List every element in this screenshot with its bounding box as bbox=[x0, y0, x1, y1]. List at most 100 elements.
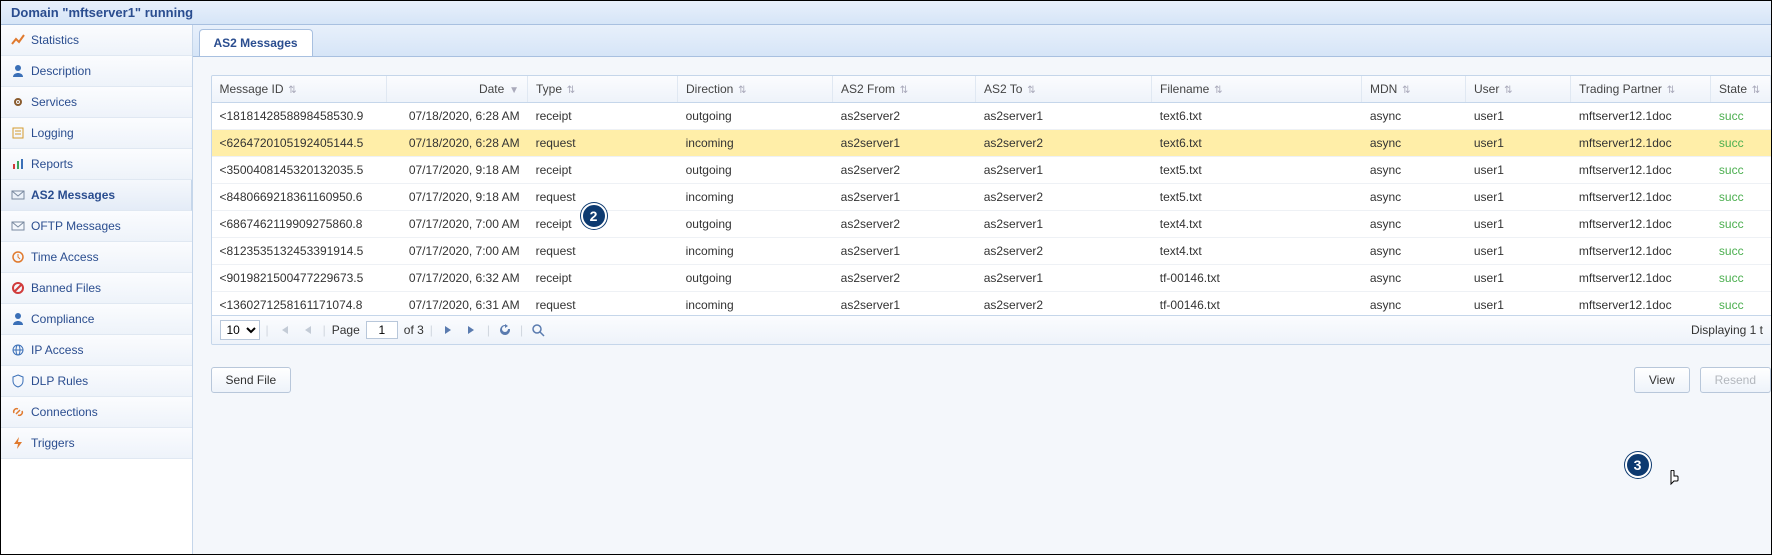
cell-date: 07/17/2020, 7:00 AM bbox=[387, 238, 528, 265]
cell-state: succ bbox=[1711, 238, 1771, 265]
cell-direction: incoming bbox=[678, 292, 833, 316]
shield-icon bbox=[11, 374, 25, 388]
sidebar-item-reports[interactable]: Reports bbox=[1, 149, 192, 180]
sort-icon: ⇅ bbox=[1664, 85, 1675, 96]
cell-as2-from: as2server2 bbox=[833, 103, 976, 130]
cell-message-id: <8123535132453391914.5 bbox=[212, 238, 387, 265]
cell-as2-from: as2server2 bbox=[833, 265, 976, 292]
sidebar-item-time-access[interactable]: Time Access bbox=[1, 242, 192, 273]
sidebar-item-label: Compliance bbox=[31, 312, 94, 326]
cell-user: user1 bbox=[1466, 292, 1571, 316]
sort-icon: ⇅ bbox=[564, 85, 575, 96]
view-button[interactable]: View bbox=[1634, 367, 1690, 393]
cell-mdn: async bbox=[1362, 292, 1466, 316]
tab-strip: AS2 Messages bbox=[193, 25, 1772, 57]
send-file-button[interactable]: Send File bbox=[211, 367, 292, 393]
cell-mdn: async bbox=[1362, 238, 1466, 265]
chart-bar-icon bbox=[11, 157, 25, 171]
sidebar-item-services[interactable]: Services bbox=[1, 87, 192, 118]
page-input[interactable] bbox=[366, 321, 398, 339]
column-header-as2-to[interactable]: AS2 To ⇅ bbox=[976, 76, 1152, 103]
cell-user: user1 bbox=[1466, 130, 1571, 157]
page-size-select[interactable]: 10 bbox=[220, 320, 260, 340]
sidebar-item-compliance[interactable]: Compliance bbox=[1, 304, 192, 335]
first-page-button[interactable] bbox=[275, 321, 293, 339]
cell-state: succ bbox=[1711, 103, 1771, 130]
cell-type: request bbox=[528, 130, 678, 157]
tab-as2-messages[interactable]: AS2 Messages bbox=[199, 29, 313, 56]
cell-trading-partner: mftserver12.1doc bbox=[1571, 103, 1711, 130]
cell-user: user1 bbox=[1466, 184, 1571, 211]
cell-date: 07/17/2020, 6:32 AM bbox=[387, 265, 528, 292]
search-button[interactable] bbox=[529, 321, 547, 339]
sidebar-item-oftp-messages[interactable]: OFTP Messages bbox=[1, 211, 192, 242]
cell-state: succ bbox=[1711, 130, 1771, 157]
cell-state: succ bbox=[1711, 292, 1771, 316]
cell-mdn: async bbox=[1362, 184, 1466, 211]
column-header-type[interactable]: Type ⇅ bbox=[528, 76, 678, 103]
refresh-button[interactable] bbox=[496, 321, 514, 339]
cell-direction: incoming bbox=[678, 130, 833, 157]
sidebar-item-triggers[interactable]: Triggers bbox=[1, 428, 192, 459]
table-row[interactable]: <1360271258161171074.807/17/2020, 6:31 A… bbox=[212, 292, 1772, 316]
cell-as2-to: as2server1 bbox=[976, 157, 1152, 184]
cell-type: receipt bbox=[528, 157, 678, 184]
sidebar-item-logging[interactable]: Logging bbox=[1, 118, 192, 149]
sidebar-item-label: Logging bbox=[31, 126, 74, 140]
cell-filename: tf-00146.txt bbox=[1152, 292, 1362, 316]
cell-state: succ bbox=[1711, 265, 1771, 292]
cell-trading-partner: mftserver12.1doc bbox=[1571, 184, 1711, 211]
cell-message-id: <1818142858898458530.9 bbox=[212, 103, 387, 130]
cell-date: 07/17/2020, 7:00 AM bbox=[387, 211, 528, 238]
sidebar-item-ip-access[interactable]: IP Access bbox=[1, 335, 192, 366]
cell-filename: text5.txt bbox=[1152, 157, 1362, 184]
cell-message-id: <6264720105192405144.5 bbox=[212, 130, 387, 157]
globe-icon bbox=[11, 343, 25, 357]
table-row[interactable]: <6867462119909275860.807/17/2020, 7:00 A… bbox=[212, 211, 1772, 238]
cell-mdn: async bbox=[1362, 211, 1466, 238]
column-header-message-id[interactable]: Message ID ⇅ bbox=[212, 76, 387, 103]
sort-icon: ⇅ bbox=[286, 85, 297, 96]
sidebar-item-dlp-rules[interactable]: DLP Rules bbox=[1, 366, 192, 397]
column-header-date[interactable]: Date ▼ bbox=[387, 76, 528, 103]
sidebar-item-label: Description bbox=[31, 64, 91, 78]
cell-direction: outgoing bbox=[678, 103, 833, 130]
resend-button[interactable]: Resend bbox=[1700, 367, 1771, 393]
table-row[interactable]: <3500408145320132035.507/17/2020, 9:18 A… bbox=[212, 157, 1772, 184]
prev-page-button[interactable] bbox=[299, 321, 317, 339]
table-row[interactable]: <8480669218361160950.607/17/2020, 9:18 A… bbox=[212, 184, 1772, 211]
sidebar-item-label: Statistics bbox=[31, 33, 79, 47]
sidebar-item-label: Services bbox=[31, 95, 77, 109]
cell-type: request bbox=[528, 238, 678, 265]
cell-as2-from: as2server1 bbox=[833, 130, 976, 157]
column-header-filename[interactable]: Filename ⇅ bbox=[1152, 76, 1362, 103]
sidebar-item-connections[interactable]: Connections bbox=[1, 397, 192, 428]
column-header-user[interactable]: User ⇅ bbox=[1466, 76, 1571, 103]
column-header-trading-partner[interactable]: Trading Partner ⇅ bbox=[1571, 76, 1711, 103]
cell-as2-to: as2server1 bbox=[976, 265, 1152, 292]
person-icon bbox=[11, 64, 25, 78]
sidebar-item-statistics[interactable]: Statistics bbox=[1, 25, 192, 56]
log-icon bbox=[11, 126, 25, 140]
column-header-direction[interactable]: Direction ⇅ bbox=[678, 76, 833, 103]
cell-state: succ bbox=[1711, 184, 1771, 211]
table-row[interactable]: <6264720105192405144.507/18/2020, 6:28 A… bbox=[212, 130, 1772, 157]
next-page-button[interactable] bbox=[439, 321, 457, 339]
table-row[interactable]: <1818142858898458530.907/18/2020, 6:28 A… bbox=[212, 103, 1772, 130]
table-row[interactable]: <9019821500477229673.507/17/2020, 6:32 A… bbox=[212, 265, 1772, 292]
cell-type: receipt bbox=[528, 265, 678, 292]
table-row[interactable]: <8123535132453391914.507/17/2020, 7:00 A… bbox=[212, 238, 1772, 265]
cell-trading-partner: mftserver12.1doc bbox=[1571, 211, 1711, 238]
cell-direction: outgoing bbox=[678, 157, 833, 184]
cell-direction: outgoing bbox=[678, 265, 833, 292]
sidebar-item-description[interactable]: Description bbox=[1, 56, 192, 87]
column-header-as2-from[interactable]: AS2 From ⇅ bbox=[833, 76, 976, 103]
column-header-mdn[interactable]: MDN ⇅ bbox=[1362, 76, 1466, 103]
cell-as2-from: as2server2 bbox=[833, 211, 976, 238]
last-page-button[interactable] bbox=[463, 321, 481, 339]
sidebar: Statistics Description Services Logging Repo… bbox=[1, 25, 193, 554]
sidebar-item-banned-files[interactable]: Banned Files bbox=[1, 273, 192, 304]
sidebar-item-as2-messages[interactable]: AS2 Messages bbox=[1, 180, 192, 211]
annotation-badge-3: 3 bbox=[1625, 452, 1651, 478]
column-header-state[interactable]: State ⇅ bbox=[1711, 76, 1771, 103]
